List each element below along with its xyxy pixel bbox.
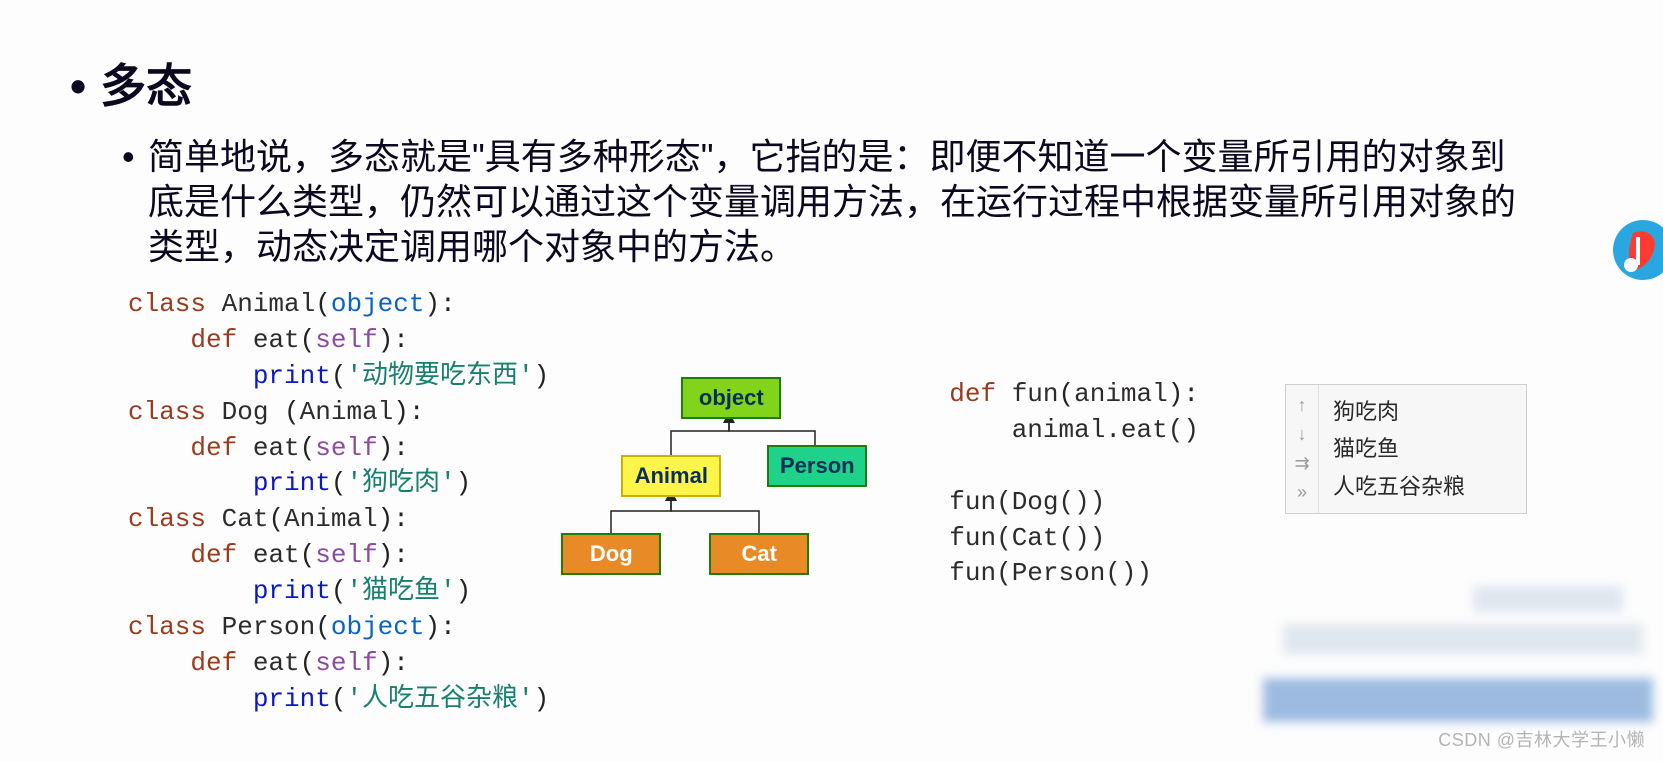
watermark: CSDN @吉林大学王小懒 <box>1438 726 1645 752</box>
diagram-node-object: object <box>681 377 781 419</box>
arrow-up-icon[interactable]: ↑ <box>1298 395 1307 416</box>
blur-decor <box>1263 678 1653 722</box>
output-gutter: ↑ ↓ ⇉ » <box>1286 385 1319 513</box>
diagram-node-animal: Animal <box>621 455 721 497</box>
overline-icon[interactable]: ⇉ <box>1294 453 1309 474</box>
output-line: 猫吃鱼 <box>1333 430 1465 467</box>
output-lines: 狗吃肉 猫吃鱼 人吃五谷杂粮 <box>1319 385 1477 513</box>
more-icon[interactable]: » <box>1297 482 1307 503</box>
output-line: 人吃五谷杂粮 <box>1333 468 1465 505</box>
diagram-node-cat: Cat <box>709 533 809 575</box>
diagram-node-person: Person <box>767 445 867 487</box>
arrow-down-icon[interactable]: ↓ <box>1298 424 1307 445</box>
inheritance-diagram: object Animal Person Dog Cat <box>559 377 899 597</box>
description-text: 简单地说，多态就是"具有多种形态"，它指的是：即便不知道一个变量所引用的对象到底… <box>148 134 1523 269</box>
heading-polymorphism: 多态 <box>70 50 1623 116</box>
output-line: 狗吃肉 <box>1333 393 1465 430</box>
code-block-fun: def fun(animal): animal.eat() fun(Dog())… <box>949 377 1199 592</box>
blur-decor <box>1473 586 1623 612</box>
diagram-node-dog: Dog <box>561 533 661 575</box>
music-icon <box>1593 215 1663 285</box>
blur-decor <box>1283 624 1643 654</box>
output-panel: ↑ ↓ ⇉ » 狗吃肉 猫吃鱼 人吃五谷杂粮 <box>1285 384 1527 514</box>
code-block-classes: class Animal(object): def eat(self): pri… <box>128 287 549 718</box>
slide-body: 多态 简单地说，多态就是"具有多种形态"，它指的是：即便不知道一个变量所引用的对… <box>0 0 1663 718</box>
